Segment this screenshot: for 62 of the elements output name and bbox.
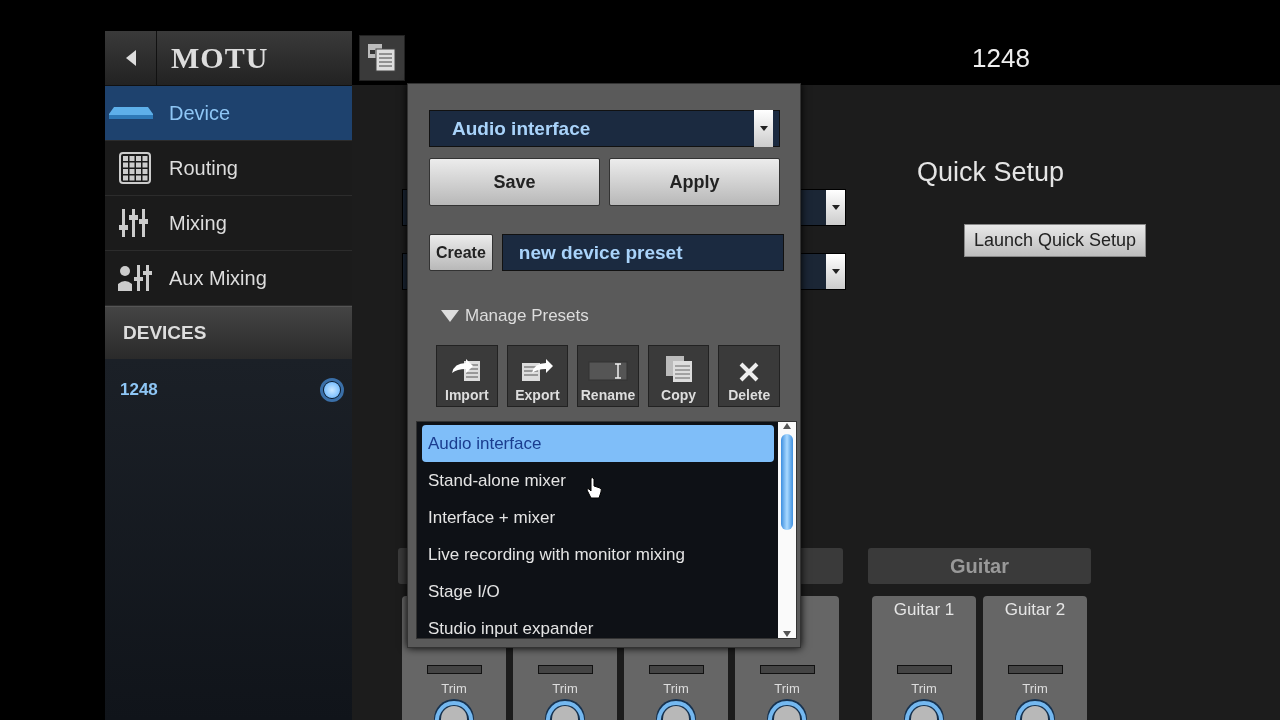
trim-label: Trim [441, 681, 467, 696]
section-header: DEVICES [105, 306, 352, 359]
trim-label: Trim [774, 681, 800, 696]
delete-icon [738, 361, 761, 383]
section-title: Quick Setup [917, 157, 1066, 188]
manage-presets-toggle[interactable]: Manage Presets [441, 306, 589, 326]
scrollbar[interactable] [778, 422, 796, 638]
preset-button[interactable]: Apply [609, 158, 780, 206]
hand-cursor-icon [586, 477, 602, 499]
sliders-icon [119, 207, 151, 239]
person-sliders-icon [118, 263, 152, 293]
preset-item[interactable]: Interface + mixer [422, 499, 774, 536]
action-button[interactable]: Rename [577, 345, 639, 407]
rename-icon [588, 359, 628, 383]
level-meter [759, 665, 815, 674]
level-meter [896, 665, 952, 674]
trim-label: Trim [552, 681, 578, 696]
level-meter [648, 665, 704, 674]
scroll-down-icon [782, 630, 792, 638]
channel-name: Guitar 1 [893, 600, 955, 621]
preset-item[interactable]: Stage I/O [422, 573, 774, 610]
radio-button[interactable] [320, 378, 344, 402]
back-icon [125, 50, 136, 66]
preset-item[interactable]: Live recording with monitor mixing [422, 536, 774, 573]
action-button[interactable]: Delete [718, 345, 780, 407]
grid-icon [119, 152, 151, 184]
trim-label: Trim [911, 681, 937, 696]
trim-label: Trim [663, 681, 689, 696]
sidebar-item[interactable]: Device [105, 86, 352, 141]
scroll-up-icon [782, 422, 792, 430]
logo: MOTU [170, 40, 270, 76]
device-icon [108, 106, 154, 120]
caret-icon [831, 205, 840, 210]
group-header: Guitar [868, 548, 1091, 584]
name-field[interactable]: new device preset [501, 234, 784, 271]
level-meter [426, 665, 482, 674]
preset-item[interactable]: Studio input expander [422, 610, 774, 638]
copy-icon [663, 355, 694, 383]
preset-button[interactable]: Save [429, 158, 600, 206]
launch-button[interactable]: Launch Quick Setup [964, 224, 1147, 257]
caret-icon [831, 269, 840, 274]
document-list-icon [367, 43, 397, 73]
channel-name: Guitar 2 [1004, 600, 1066, 621]
disclosure-icon [441, 310, 459, 322]
sidebar-item[interactable]: Aux Mixing [105, 251, 352, 306]
action-button[interactable]: Export [506, 345, 569, 407]
level-meter [1007, 665, 1063, 674]
caret-icon [759, 126, 768, 131]
sidebar-item[interactable]: Routing [105, 141, 352, 196]
action-button[interactable]: Import [436, 345, 498, 407]
preset-dropdown[interactable]: Audio interface [429, 110, 780, 147]
action-button[interactable]: Copy [647, 345, 710, 407]
preset-item[interactable]: Audio interface [422, 425, 774, 462]
device-entry[interactable]: 1248 [105, 373, 352, 407]
create-button[interactable]: Create [429, 234, 493, 271]
device-title: 1248 [972, 42, 1030, 74]
sidebar-item[interactable]: Mixing [105, 196, 352, 251]
presets-button[interactable] [359, 35, 405, 81]
level-meter [537, 665, 593, 674]
export-icon [520, 357, 555, 383]
trim-label: Trim [1022, 681, 1048, 696]
preset-item[interactable]: Stand-alone mixer [422, 462, 774, 499]
